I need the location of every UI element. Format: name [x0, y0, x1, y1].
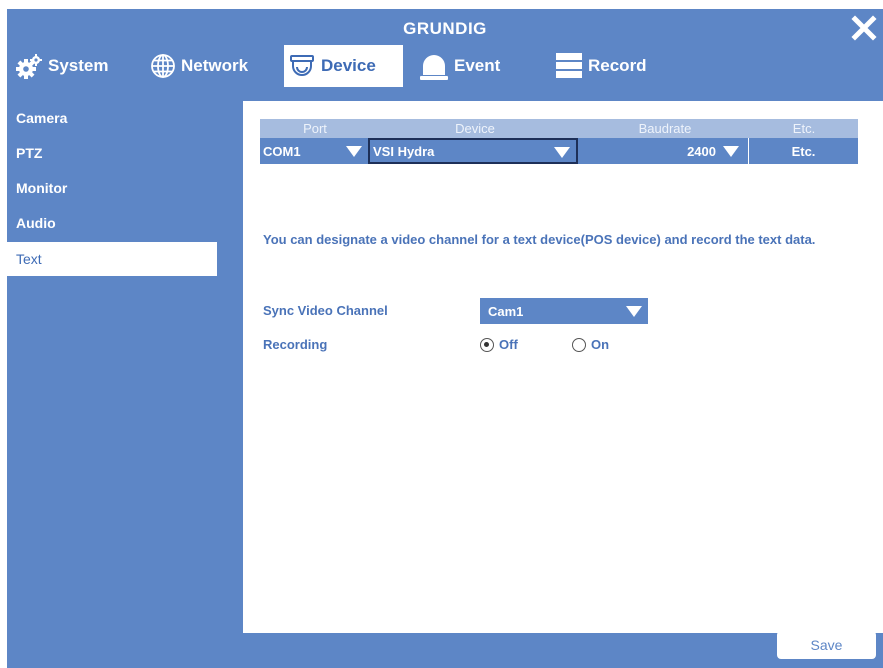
- device-value: VSI Hydra: [373, 143, 435, 159]
- record-storage-icon: [555, 52, 583, 80]
- sidebar-item-label: Audio: [16, 215, 56, 231]
- recording-on-label: On: [591, 337, 610, 352]
- port-table-header: Port Device Baudrate Etc.: [260, 119, 858, 138]
- tab-record[interactable]: Record: [555, 45, 665, 87]
- dome-camera-icon: [288, 52, 316, 80]
- sidebar-item-label: Text: [16, 251, 42, 267]
- device-select[interactable]: VSI Hydra: [368, 138, 578, 164]
- recording-on-radio[interactable]: On: [572, 337, 609, 352]
- port-table: Port Device Baudrate Etc. COM1 VSI Hydra…: [260, 119, 858, 164]
- port-select[interactable]: COM1: [260, 138, 368, 164]
- sync-video-channel-select[interactable]: Cam1: [480, 298, 648, 324]
- radio-checked-icon: [480, 337, 494, 352]
- main-tabs: System Network Device Event Record: [7, 45, 883, 95]
- recording-label: Recording: [263, 337, 328, 352]
- globe-icon: [150, 53, 176, 79]
- settings-window: GRUNDIG System Network Device Event Reco…: [7, 9, 883, 668]
- chevron-down-icon: [626, 306, 642, 317]
- header-baudrate: Baudrate: [638, 121, 692, 136]
- sync-video-channel-label: Sync Video Channel: [263, 303, 388, 318]
- alarm-bell-icon: [419, 51, 449, 81]
- recording-off-label: Off: [499, 337, 518, 352]
- etc-label: Etc.: [791, 143, 816, 159]
- sidebar-item-ptz[interactable]: PTZ: [7, 136, 217, 170]
- sidebar-item-monitor[interactable]: Monitor: [7, 171, 217, 205]
- close-button[interactable]: [851, 13, 877, 43]
- tab-record-label: Record: [588, 56, 647, 75]
- baudrate-value: 2400: [687, 143, 716, 159]
- sidebar-item-label: Camera: [16, 110, 68, 126]
- tab-system[interactable]: System: [15, 45, 125, 87]
- gears-icon: [15, 52, 43, 80]
- description-text: You can designate a video channel for a …: [263, 232, 816, 247]
- tab-network[interactable]: Network: [150, 45, 260, 87]
- sidebar-item-audio[interactable]: Audio: [7, 206, 217, 240]
- header-device: Device: [455, 121, 495, 136]
- tab-device[interactable]: Device: [284, 45, 403, 87]
- sidebar-item-label: Monitor: [16, 180, 68, 196]
- sidebar-item-label: PTZ: [16, 145, 43, 161]
- sidebar-item-camera[interactable]: Camera: [7, 101, 217, 135]
- app-title: GRUNDIG: [403, 19, 487, 38]
- chevron-down-icon: [723, 146, 739, 157]
- tab-network-label: Network: [181, 56, 249, 75]
- content-panel: Port Device Baudrate Etc. COM1 VSI Hydra…: [243, 101, 883, 633]
- chevron-down-icon: [554, 147, 570, 158]
- port-table-row: COM1 VSI Hydra 2400 Etc.: [260, 138, 858, 164]
- port-value: COM1: [263, 143, 301, 159]
- sidebar-item-text[interactable]: Text: [7, 242, 217, 276]
- tab-system-label: System: [48, 56, 109, 75]
- tab-event-label: Event: [454, 56, 501, 75]
- save-button[interactable]: Save: [777, 631, 876, 659]
- close-icon: [851, 15, 877, 41]
- header-etc: Etc.: [792, 121, 816, 136]
- sync-video-channel-value: Cam1: [488, 303, 524, 319]
- tab-device-label: Device: [321, 56, 376, 75]
- tab-event[interactable]: Event: [419, 45, 529, 87]
- header-port: Port: [303, 121, 327, 136]
- recording-off-radio[interactable]: Off: [480, 337, 518, 352]
- chevron-down-icon: [346, 146, 362, 157]
- radio-unchecked-icon: [572, 337, 586, 352]
- baudrate-select[interactable]: 2400: [578, 138, 748, 164]
- etc-button[interactable]: Etc.: [748, 138, 858, 164]
